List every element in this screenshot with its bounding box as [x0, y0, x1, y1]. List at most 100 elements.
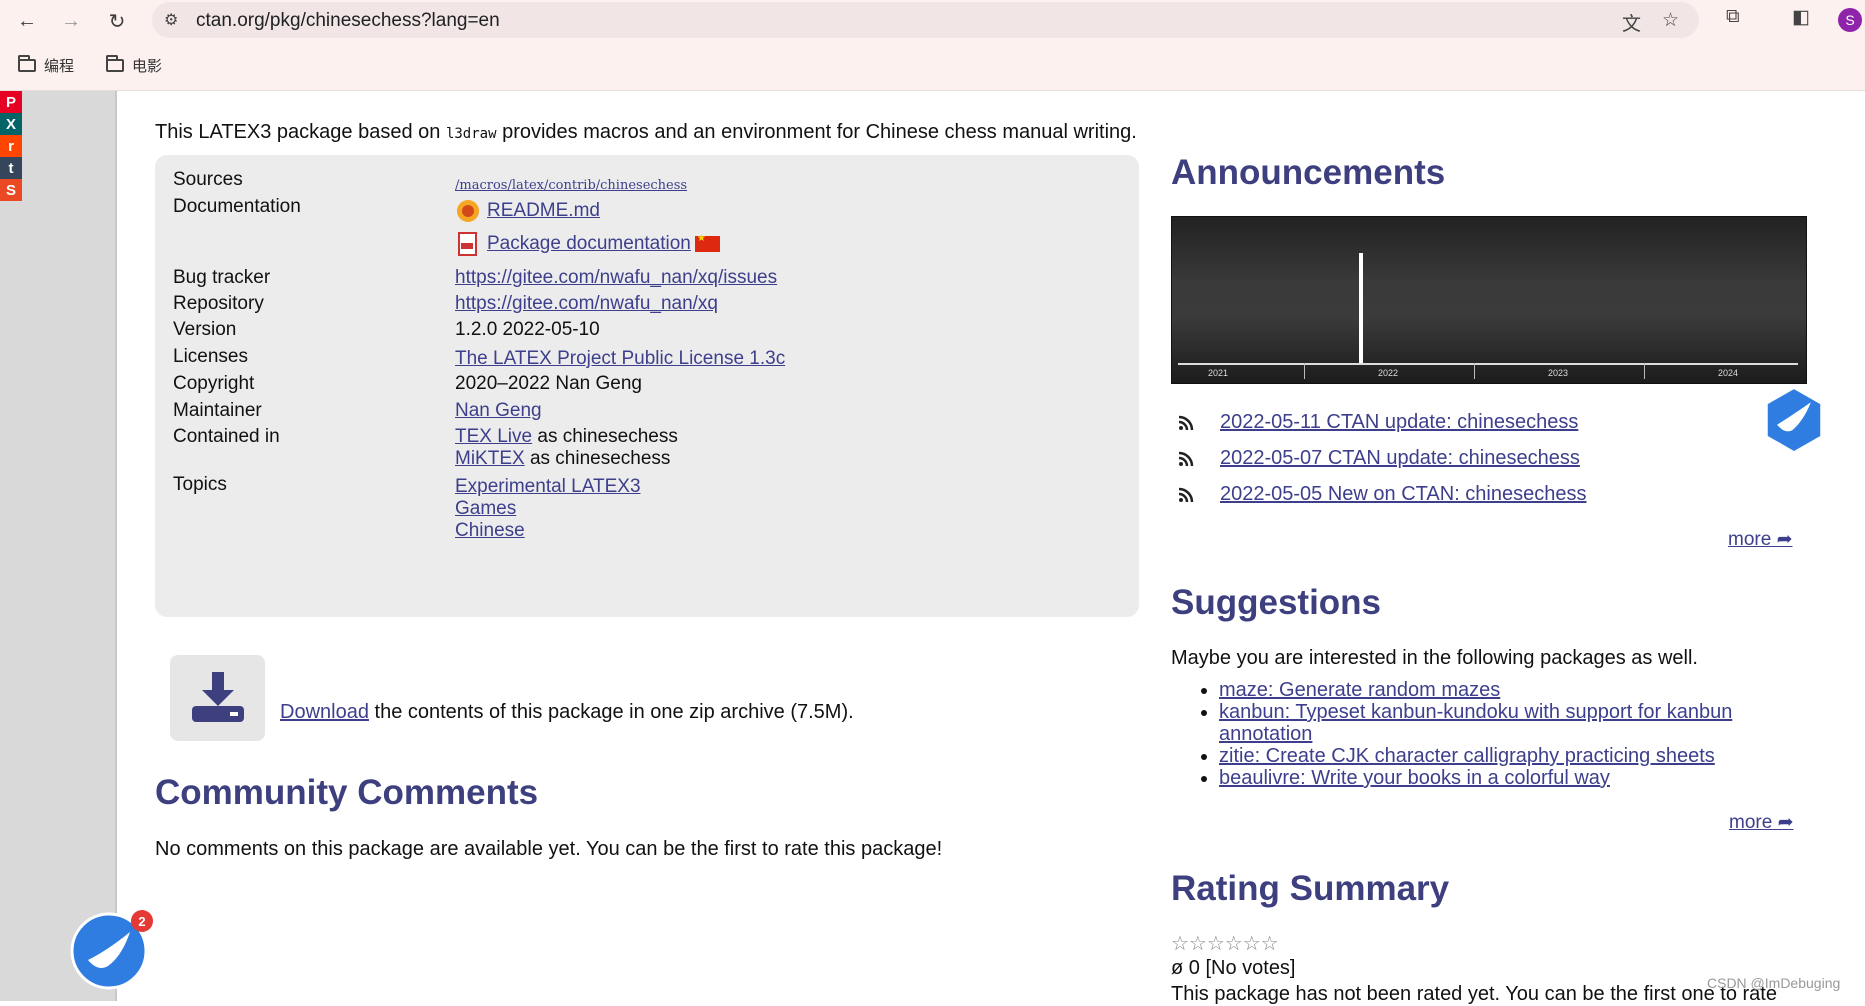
copyright-label: Copyright	[173, 373, 255, 394]
profile-avatar[interactable]: S	[1838, 8, 1862, 32]
browser-toolbar: ← → ↻ ⚙ ctan.org/pkg/chinesechess?lang=e…	[0, 0, 1865, 91]
share-tumblr-icon[interactable]: t	[0, 157, 22, 179]
topic-link-chinese[interactable]: Chinese	[455, 520, 525, 541]
list-item: beaulivre: Write your books in a colorfu…	[1219, 767, 1779, 789]
rating-value: ø 0 [No votes]	[1171, 957, 1296, 979]
bugtracker-label: Bug tracker	[173, 267, 271, 288]
share-glyph: P	[5, 93, 16, 111]
intro-text: package based on	[271, 121, 446, 143]
package-documentation-link[interactable]: Package documentation	[487, 233, 691, 254]
suggestions-heading: Suggestions	[1171, 583, 1382, 622]
more-label: more	[1728, 529, 1772, 550]
version-value: 1.2.0 2022-05-10	[455, 319, 600, 340]
bookmark-folder-1[interactable]: 编程	[18, 55, 74, 76]
url-text: ctan.org/pkg/chinesechess?lang=en	[196, 10, 500, 31]
announcements-more-link[interactable]: more ➦	[1728, 528, 1793, 551]
readme-link[interactable]: README.md	[487, 200, 600, 221]
sources-label: Sources	[173, 169, 243, 190]
licenses-label: Licenses	[173, 346, 248, 367]
timeline-year: 2023	[1548, 368, 1569, 378]
topics-label: Topics	[173, 474, 227, 495]
address-bar[interactable]: ⚙ ctan.org/pkg/chinesechess?lang=en 文 ☆	[152, 2, 1699, 38]
license-link[interactable]: The LATEX Project Public License 1.3c	[455, 348, 785, 369]
suggestions-intro: Maybe you are interested in the followin…	[1171, 647, 1698, 669]
announcement-link[interactable]: 2022-05-07 CTAN update: chinesechess	[1220, 447, 1580, 470]
doc-package-row: Package documentation	[455, 231, 720, 257]
extensions-icon[interactable]: ⧉	[1726, 6, 1740, 28]
share-glyph: S	[5, 181, 16, 199]
suggestion-link-beaulivre[interactable]: beaulivre: Write your books in a colorfu…	[1219, 767, 1610, 789]
reload-button[interactable]: ↻	[102, 6, 132, 36]
announcement-timeline[interactable]: 2021 2022 2023 2024	[1171, 216, 1807, 384]
notification-badge: 2	[131, 910, 153, 932]
contained-suffix: as chinesechess	[524, 448, 671, 469]
bugtracker-link[interactable]: https://gitee.com/nwafu_nan/xq/issues	[455, 267, 777, 288]
suggestion-link-kanbun[interactable]: kanbun: Typeset kanbun-kundoku with supp…	[1219, 701, 1732, 745]
intro-text: This	[155, 121, 199, 143]
announcement-item: 2022-05-05 New on CTAN: chinesechess	[1178, 483, 1586, 506]
community-comments-text: No comments on this package are availabl…	[155, 838, 943, 860]
share-buttons: P X r t S	[0, 91, 22, 201]
more-label: more	[1729, 812, 1773, 833]
announcements-heading: Announcements	[1171, 153, 1446, 192]
announcement-item: 2022-05-07 CTAN update: chinesechess	[1178, 447, 1580, 470]
csdn-watermark: CSDN @ImDebuging	[1707, 975, 1841, 991]
miktex-link[interactable]: MiKTEX	[455, 448, 525, 469]
share-pinterest-icon[interactable]: P	[0, 91, 22, 113]
profile-initial: S	[1845, 12, 1855, 28]
translate-icon[interactable]: 文	[1622, 9, 1641, 36]
download-icon	[191, 672, 244, 722]
package-intro: This LATEX3 package based on l3draw prov…	[155, 121, 1137, 144]
forward-button[interactable]: →	[56, 6, 86, 36]
bookmark-folder-2[interactable]: 电影	[106, 55, 162, 76]
timeline-spike	[1359, 253, 1363, 363]
rss-icon	[1178, 415, 1194, 430]
announcement-link[interactable]: 2022-05-05 New on CTAN: chinesechess	[1220, 483, 1586, 506]
site-info-icon[interactable]: ⚙	[164, 10, 178, 30]
pdf-icon	[458, 232, 477, 256]
repository-label: Repository	[173, 293, 264, 314]
timeline-tick	[1644, 363, 1645, 379]
rss-icon	[1178, 451, 1194, 466]
folder-icon	[18, 55, 36, 72]
download-link[interactable]: Download	[280, 701, 369, 723]
floating-bird-button[interactable]	[1764, 389, 1824, 451]
folder-icon	[106, 55, 124, 72]
china-flag-icon	[694, 233, 720, 252]
main-content: This LATEX3 package based on l3draw prov…	[155, 91, 1865, 1005]
rating-summary-heading: Rating Summary	[1171, 869, 1450, 908]
rating-text: This package has not been rated yet. You…	[1171, 983, 1777, 1005]
suggestion-link-zitie[interactable]: zitie: Create CJK character calligraphy …	[1219, 745, 1715, 767]
package-info-table: Sources /macros/latex/contrib/chineseche…	[155, 155, 1139, 617]
doc-readme-row: README.md	[455, 198, 600, 224]
download-button[interactable]	[170, 655, 265, 741]
repository-link[interactable]: https://gitee.com/nwafu_nan/xq	[455, 293, 718, 314]
texlive-link[interactable]: TEX Live	[455, 426, 532, 447]
topic-link-experimental-latex3[interactable]: Experimental LATEX3	[455, 476, 641, 497]
list-item: zitie: Create CJK character calligraphy …	[1219, 745, 1779, 767]
timeline-year: 2022	[1378, 368, 1399, 378]
share-xing-icon[interactable]: X	[0, 113, 22, 135]
contained-texlive-row: TEX Live as chinesechess	[455, 426, 678, 448]
side-panel-icon[interactable]: ◧	[1792, 6, 1810, 29]
timeline-axis	[1178, 363, 1798, 365]
bookmark-label: 编程	[44, 58, 75, 75]
share-stumbleupon-icon[interactable]: S	[0, 179, 22, 201]
suggestions-more-link[interactable]: more ➦	[1729, 811, 1794, 834]
share-reddit-icon[interactable]: r	[0, 135, 22, 157]
bird-icon	[1767, 389, 1821, 451]
contained-label: Contained in	[173, 426, 280, 447]
share-arrow-icon: ➦	[1776, 529, 1793, 550]
announcement-link[interactable]: 2022-05-11 CTAN update: chinesechess	[1220, 411, 1578, 434]
topic-link-games[interactable]: Games	[455, 498, 516, 519]
bookmark-star-icon[interactable]: ☆	[1662, 9, 1679, 32]
share-glyph: X	[5, 115, 16, 133]
timeline-tick	[1474, 363, 1475, 379]
back-button[interactable]: ←	[12, 6, 42, 36]
documentation-label: Documentation	[173, 196, 301, 217]
sources-link[interactable]: /macros/latex/contrib/chinesechess	[455, 178, 687, 193]
suggestion-link-maze[interactable]: maze: Generate random mazes	[1219, 679, 1500, 701]
maintainer-link[interactable]: Nan Geng	[455, 400, 542, 421]
copyright-value: 2020–2022 Nan Geng	[455, 373, 642, 394]
rss-icon	[1178, 487, 1194, 502]
